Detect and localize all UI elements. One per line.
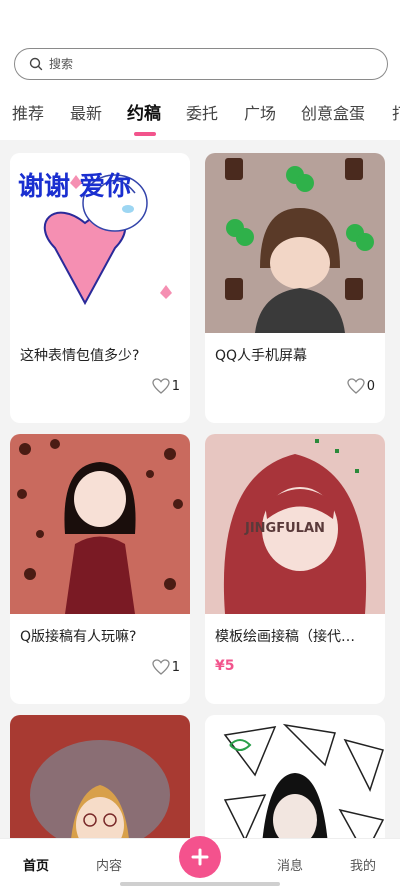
image-overlay-text: JINGFULAN xyxy=(244,521,325,536)
heart-icon xyxy=(347,378,365,394)
post-title: QQ人手机屏幕 xyxy=(215,348,308,364)
post-card[interactable]: 谢谢 爱你 这种表情包值多少? 1 xyxy=(10,153,190,423)
post-image: 谢谢 爱你 xyxy=(10,153,190,333)
nav-content[interactable]: 内容 xyxy=(96,855,122,874)
tab-creative-blindbox[interactable]: 创意盒蛋 xyxy=(301,98,365,130)
like-count: 1 xyxy=(171,378,180,394)
heart-icon xyxy=(152,659,170,675)
tab-recommend[interactable]: 推荐 xyxy=(12,98,44,130)
post-image: JINGFULAN xyxy=(205,434,385,614)
plus-icon xyxy=(191,848,209,866)
home-indicator xyxy=(120,882,280,886)
nav-messages[interactable]: 消息 xyxy=(277,855,303,874)
nav-mine[interactable]: 我的 xyxy=(350,855,376,874)
post-card[interactable]: Q版接稿有人玩嘛? 1 xyxy=(10,434,190,704)
post-title: Q版接稿有人玩嘛? xyxy=(20,629,137,645)
post-title: 这种表情包值多少? xyxy=(20,348,140,364)
price-tag: ¥5 xyxy=(215,658,235,674)
search-icon xyxy=(29,57,43,71)
like-button[interactable]: 0 xyxy=(347,378,375,394)
like-count: 1 xyxy=(171,659,180,675)
post-image xyxy=(205,153,385,333)
post-card[interactable]: JINGFULAN 模板绘画接稿（接代… ¥5 xyxy=(205,434,385,704)
tab-commission-request[interactable]: 约稿 xyxy=(127,98,161,130)
like-button[interactable]: 1 xyxy=(152,659,180,675)
category-tabs: 推荐 最新 约稿 委托 广场 创意盒蛋 打 xyxy=(0,98,400,136)
tab-commission[interactable]: 委托 xyxy=(186,98,218,130)
post-image xyxy=(10,434,190,614)
tab-more[interactable]: 打 xyxy=(392,98,400,130)
search-input[interactable] xyxy=(49,57,349,71)
create-post-button[interactable] xyxy=(179,836,221,878)
like-count: 0 xyxy=(366,378,375,394)
tab-latest[interactable]: 最新 xyxy=(70,98,102,130)
top-bar: 推荐 最新 约稿 委托 广场 创意盒蛋 打 xyxy=(0,0,400,140)
post-title: 模板绘画接稿（接代… xyxy=(215,629,355,645)
search-bar[interactable] xyxy=(14,48,388,80)
nav-home[interactable]: 首页 xyxy=(23,855,49,874)
tab-square[interactable]: 广场 xyxy=(244,98,276,130)
heart-icon xyxy=(152,378,170,394)
like-button[interactable]: 1 xyxy=(152,378,180,394)
post-card[interactable]: QQ人手机屏幕 0 xyxy=(205,153,385,423)
active-tab-indicator xyxy=(134,132,156,136)
